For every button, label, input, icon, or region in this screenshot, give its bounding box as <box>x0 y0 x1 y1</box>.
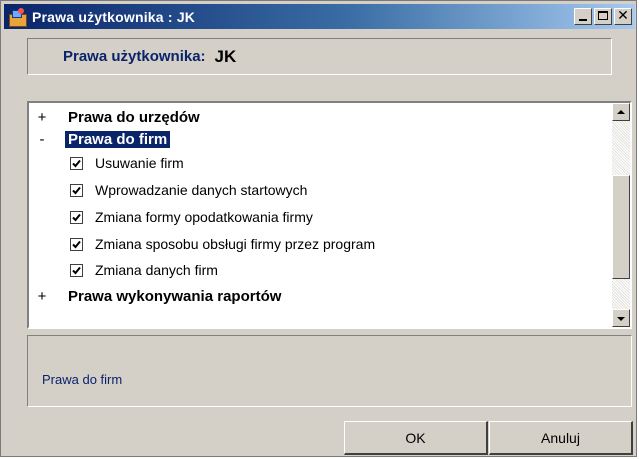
description-panel: Prawa do firm <box>27 335 632 407</box>
tree-item-label[interactable]: Zmiana danych firm <box>95 262 218 278</box>
user-name: JK <box>214 46 237 66</box>
tree-item-wprowadzanie-danych[interactable]: Wprowadzanie danych startowych <box>29 180 307 200</box>
minimize-button[interactable] <box>574 8 592 25</box>
checkmark-icon <box>72 159 81 167</box>
tree-item-zmiana-sposobu[interactable]: Zmiana sposobu obsługi firmy przez progr… <box>29 234 375 254</box>
rights-tree: + Prawa do urzędów - Prawa do firm Usuwa… <box>27 101 632 329</box>
vertical-scrollbar[interactable] <box>612 103 630 327</box>
tree-item-label[interactable]: Zmiana sposobu obsługi firmy przez progr… <box>95 236 375 252</box>
checkmark-icon <box>72 186 81 194</box>
tree-item-label[interactable]: Zmiana formy opodatkowania firmy <box>95 209 313 225</box>
user-label: Prawa użytkownika: <box>63 48 206 65</box>
tree-group-raporty[interactable]: + Prawa wykonywania raportów <box>29 286 284 306</box>
tree-group-firmy[interactable]: - Prawa do firm <box>29 129 171 149</box>
description-text: Prawa do firm <box>42 372 123 387</box>
tree-item-label[interactable]: Wprowadzanie danych startowych <box>95 182 307 198</box>
scroll-down-button[interactable] <box>612 309 630 327</box>
collapse-icon[interactable]: - <box>35 131 49 148</box>
tree-item-zmiana-formy[interactable]: Zmiana formy opodatkowania firmy <box>29 207 313 227</box>
expand-icon[interactable]: + <box>35 288 49 305</box>
checkbox[interactable] <box>70 183 83 197</box>
scroll-up-button[interactable] <box>612 103 630 121</box>
arrow-down-icon <box>617 317 625 321</box>
tree-item-zmiana-danych[interactable]: Zmiana danych firm <box>29 260 218 280</box>
ok-button[interactable]: OK <box>344 421 488 455</box>
app-icon <box>8 7 27 27</box>
checkmark-icon <box>72 213 81 221</box>
dialog-window: Prawa użytkownika : JK ✕ Prawa użytkowni… <box>0 0 637 457</box>
user-header-panel: Prawa użytkownika: JK <box>27 38 612 75</box>
checkbox[interactable] <box>70 263 83 277</box>
close-button[interactable]: ✕ <box>614 7 632 25</box>
checkmark-icon <box>72 240 81 248</box>
window-title: Prawa użytkownika : JK <box>32 8 196 25</box>
cancel-button[interactable]: Anuluj <box>489 421 633 455</box>
checkbox[interactable] <box>70 156 83 170</box>
minimize-icon <box>579 19 587 21</box>
tree-item-usuwanie-firm[interactable]: Usuwanie firm <box>29 153 184 173</box>
scroll-thumb[interactable] <box>612 175 630 279</box>
maximize-button[interactable] <box>594 8 612 25</box>
tree-group-label[interactable]: Prawa do urzędów <box>65 109 203 126</box>
tree-content: + Prawa do urzędów - Prawa do firm Usuwa… <box>29 103 610 327</box>
tree-item-label[interactable]: Usuwanie firm <box>95 155 184 171</box>
tree-group-urzedy[interactable]: + Prawa do urzędów <box>29 107 203 127</box>
maximize-icon <box>598 11 608 20</box>
expand-icon[interactable]: + <box>35 109 49 126</box>
checkmark-icon <box>72 266 81 274</box>
arrow-up-icon <box>617 110 625 114</box>
close-icon: ✕ <box>617 7 629 23</box>
tree-group-label[interactable]: Prawa do firm <box>65 130 171 148</box>
tree-group-label[interactable]: Prawa wykonywania raportów <box>65 288 284 305</box>
checkbox[interactable] <box>70 210 83 224</box>
title-bar[interactable]: Prawa użytkownika : JK ✕ <box>4 4 635 29</box>
checkbox[interactable] <box>70 237 83 251</box>
